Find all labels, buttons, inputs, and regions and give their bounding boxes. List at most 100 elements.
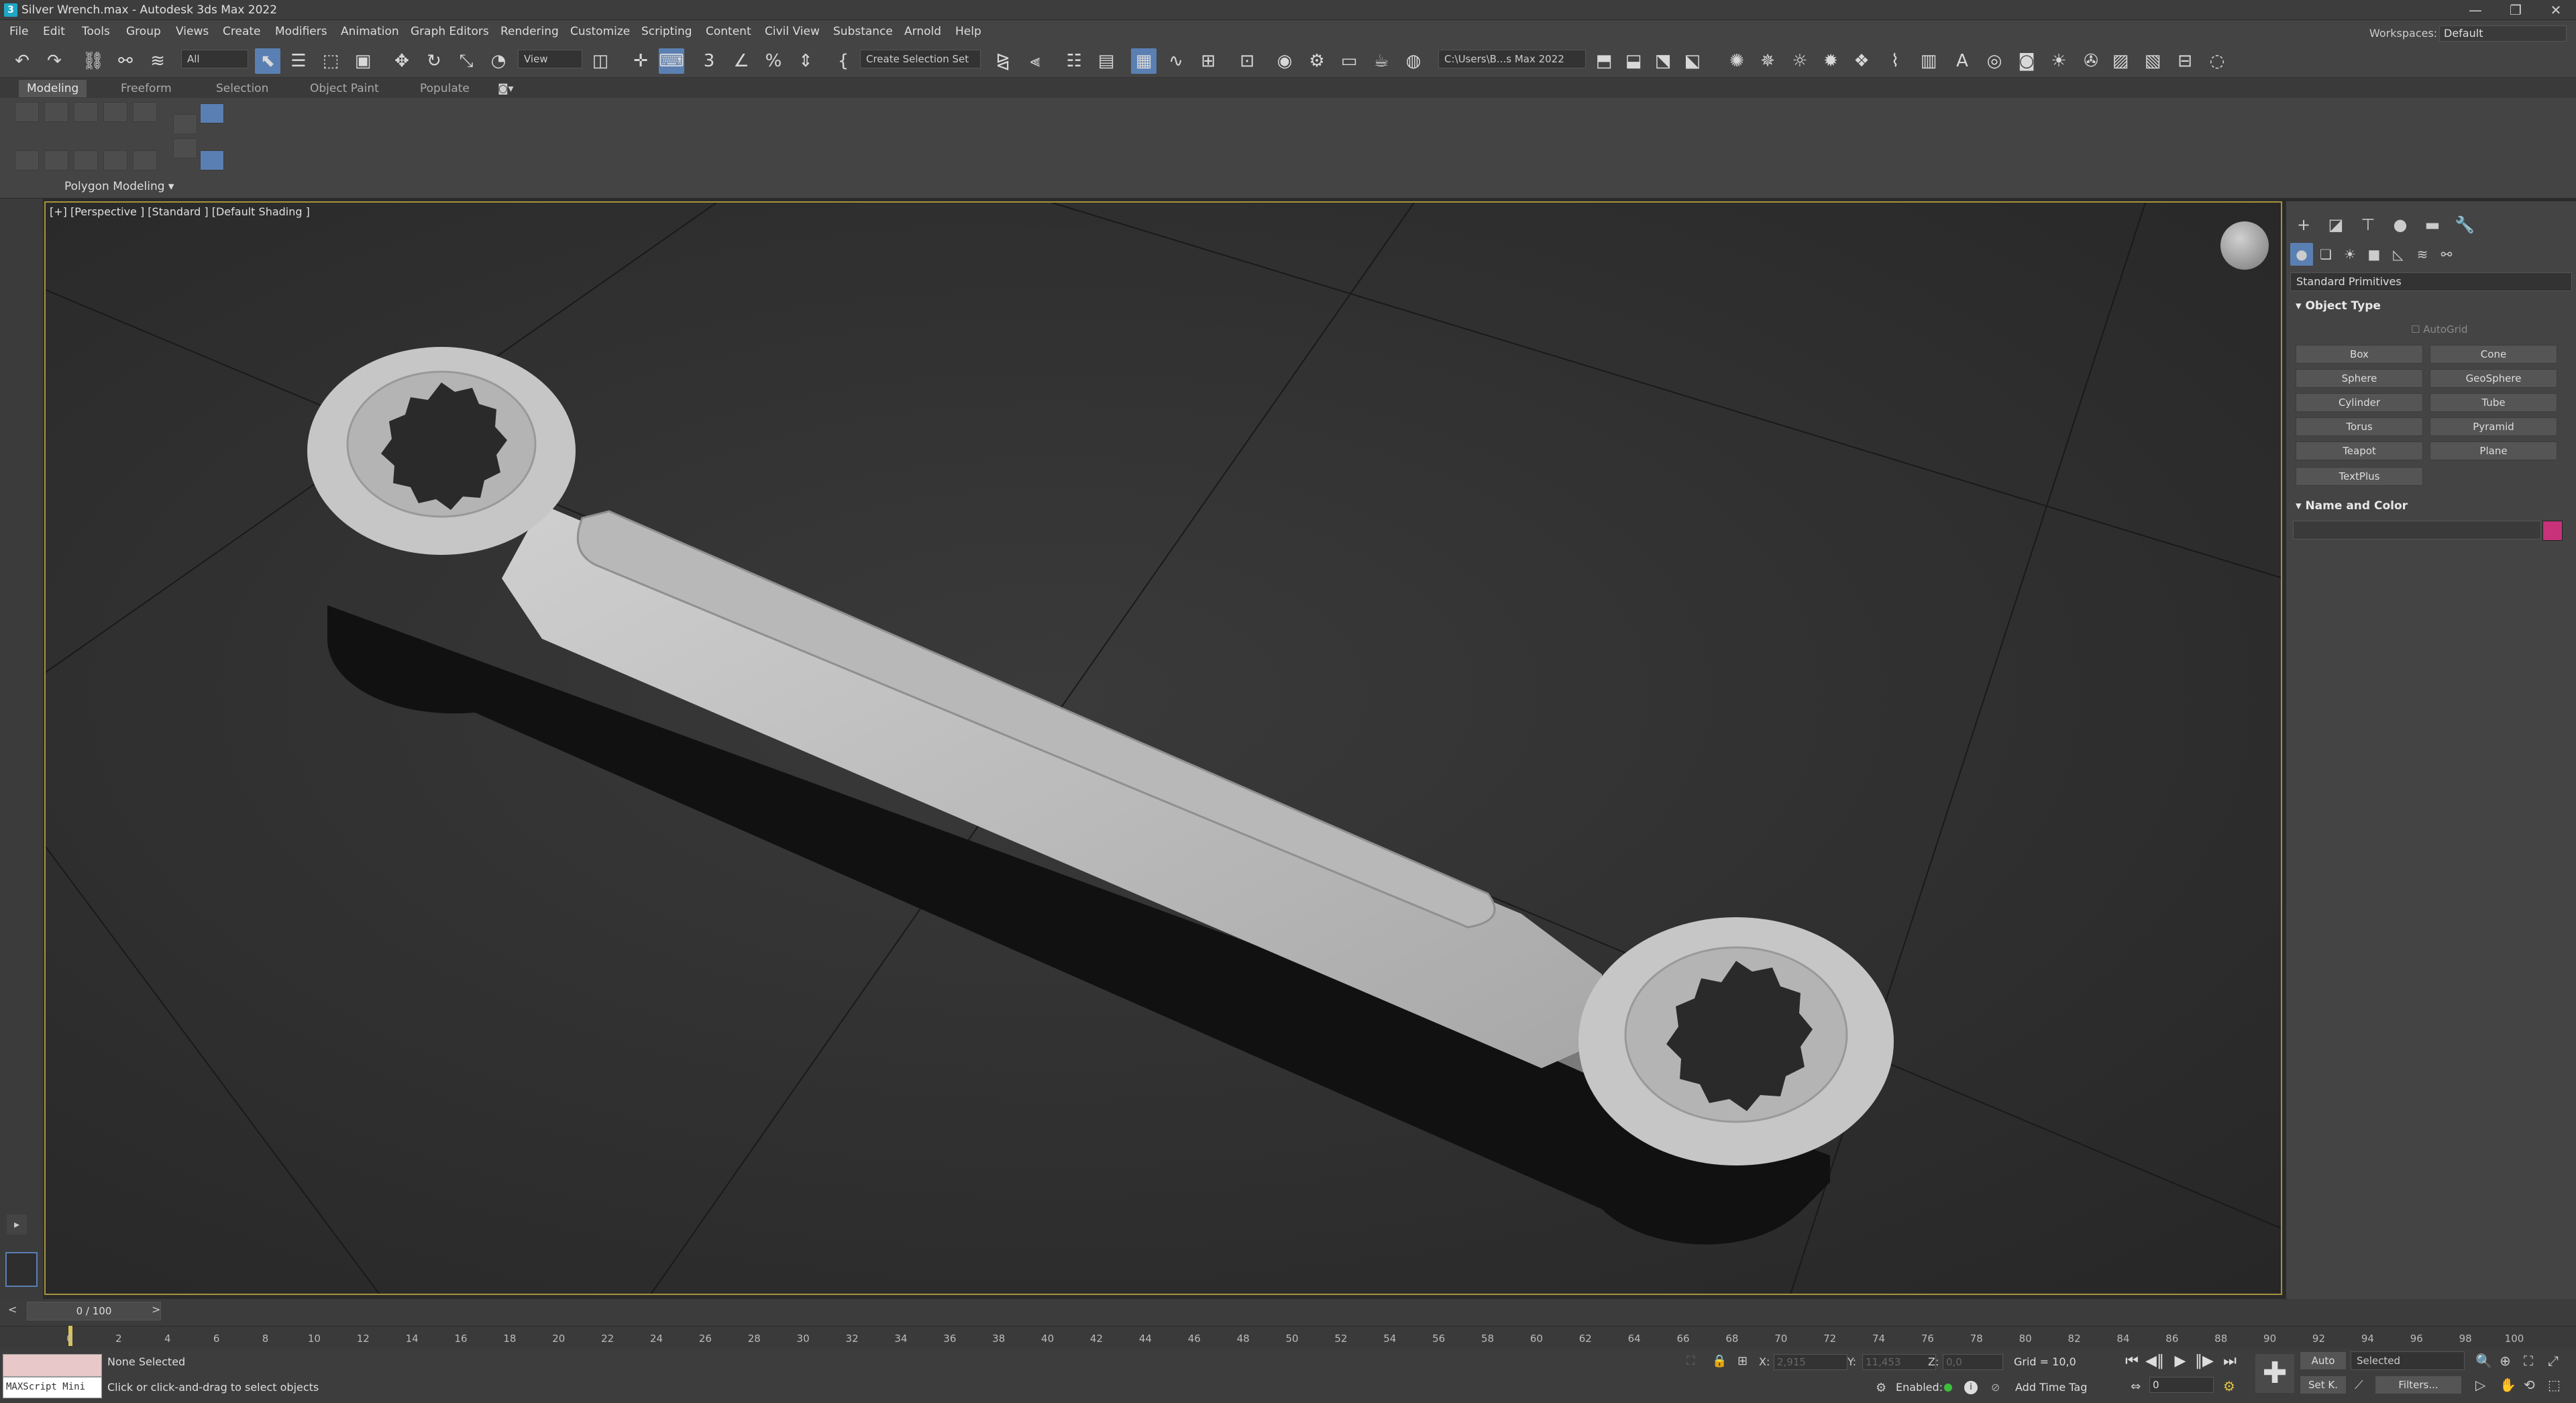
torus-button[interactable]: Torus [2296, 417, 2423, 436]
arnold-8-icon[interactable]: ◙ [2014, 48, 2039, 74]
display-tab-icon[interactable]: ▬ [2419, 213, 2446, 236]
box-button[interactable]: Box [2296, 345, 2423, 364]
menu-customize[interactable]: Customize [570, 25, 630, 38]
adaptive-degradation-icon[interactable]: ⚙ [1876, 1381, 1886, 1395]
ribbon-tool-icon[interactable] [133, 102, 157, 122]
pivot-center-icon[interactable]: ◫ [588, 48, 613, 74]
select-manipulate-icon[interactable]: ✛ [628, 48, 653, 74]
ref-coord-dropdown[interactable]: View [518, 50, 582, 68]
shapes-icon[interactable]: ❏ [2314, 243, 2337, 266]
pan-icon[interactable]: ✋ [2500, 1377, 2516, 1393]
create-tab-icon[interactable]: + [2290, 213, 2317, 236]
zoom-icon[interactable]: 🔍 [2475, 1353, 2492, 1369]
arnold-sky-icon[interactable]: ✹ [1818, 48, 1843, 74]
close-button[interactable]: ✕ [2536, 0, 2576, 20]
bind-spacewarp-icon[interactable]: ≋ [145, 48, 170, 74]
select-object-icon[interactable]: ⬉ [255, 48, 280, 74]
go-to-end-icon[interactable]: ⏭ [2219, 1351, 2241, 1371]
toggle-ribbon-icon[interactable]: ▤ [1093, 48, 1119, 74]
play-icon[interactable]: ▶ [2169, 1351, 2191, 1371]
ribbon-tool-icon[interactable] [173, 114, 197, 134]
key-filters-button[interactable]: Filters... [2375, 1375, 2462, 1394]
zoom-extents-all-icon[interactable]: ⤢ [2548, 1353, 2559, 1369]
menu-civil-view[interactable]: Civil View [765, 25, 820, 38]
spinner-snap-icon[interactable]: ⇕ [793, 48, 818, 74]
arnold-10-icon[interactable]: ✇ [2078, 48, 2104, 74]
spacewarps-icon[interactable]: ≋ [2411, 243, 2434, 266]
object-color-swatch[interactable] [2542, 521, 2563, 541]
ribbon-options-icon[interactable]: ◙▾ [498, 82, 514, 95]
arnold-7-icon[interactable]: ◎ [1982, 48, 2007, 74]
textplus-button[interactable]: TextPlus [2296, 467, 2423, 486]
menu-graph-editors[interactable]: Graph Editors [411, 25, 489, 38]
motion-tab-icon[interactable]: ● [2387, 213, 2414, 236]
scale-icon[interactable]: ⤡ [453, 48, 479, 74]
time-slider[interactable]: 0 / 100 [27, 1302, 161, 1320]
ribbon-tab-freeform[interactable]: Freeform [113, 80, 180, 97]
dope-sheet-icon[interactable]: ⊞ [1195, 48, 1221, 74]
mirror-icon[interactable]: ⧎ [990, 48, 1016, 74]
ribbon-tool-icon[interactable] [133, 150, 157, 170]
render-production-icon[interactable]: ☕ [1368, 48, 1394, 74]
teapot-button[interactable]: Teapot [2296, 441, 2423, 460]
menu-scripting[interactable]: Scripting [641, 25, 692, 38]
sphere-button[interactable]: Sphere [2296, 369, 2423, 388]
auto-key-button[interactable]: Auto [2300, 1351, 2347, 1370]
rect-selection-region-icon[interactable]: ⬚ [318, 48, 343, 74]
maxscript-input-top[interactable] [3, 1354, 102, 1377]
ribbon-tool-icon[interactable] [74, 102, 98, 122]
redo-icon[interactable]: ↷ [42, 48, 67, 74]
menu-help[interactable]: Help [955, 25, 981, 38]
arnold-4-icon[interactable]: ⌇ [1882, 48, 1908, 74]
cone-button[interactable]: Cone [2430, 345, 2557, 364]
keyboard-shortcut-override-icon[interactable]: ⌨ [659, 48, 684, 74]
object-name-input[interactable] [2293, 521, 2541, 539]
toolbar-extra-2-icon[interactable]: ⬓ [1621, 48, 1646, 74]
menu-edit[interactable]: Edit [43, 25, 65, 38]
ribbon-tool-icon[interactable] [74, 150, 98, 170]
info-icon[interactable]: i [1964, 1381, 1978, 1394]
ribbon-tool-icon[interactable] [15, 150, 39, 170]
toolbar-extra-1-icon[interactable]: ⬒ [1591, 48, 1617, 74]
autogrid-checkbox[interactable]: ☐ AutoGrid [2411, 323, 2468, 335]
place-icon[interactable]: ◔ [486, 48, 511, 74]
toolbar-extra-4-icon[interactable]: ⬕ [1680, 48, 1705, 74]
menu-group[interactable]: Group [126, 25, 161, 38]
key-mode-icon[interactable]: ⇔ [2131, 1380, 2141, 1394]
ribbon-tool-icon[interactable] [44, 150, 68, 170]
menu-content[interactable]: Content [706, 25, 751, 38]
next-frame-icon[interactable]: ‖▶ [2194, 1351, 2215, 1371]
arnold-1-icon[interactable]: ✺ [1724, 48, 1750, 74]
cameras-icon[interactable]: ■ [2363, 243, 2385, 266]
link-icon[interactable]: ⛓ [80, 48, 106, 74]
hierarchy-tab-icon[interactable]: ⊤ [2355, 213, 2381, 236]
workspaces-dropdown[interactable]: Default [2439, 25, 2567, 42]
viewcube-icon[interactable] [2220, 221, 2269, 270]
window-crossing-icon[interactable]: ▣ [350, 48, 376, 74]
menu-rendering[interactable]: Rendering [500, 25, 559, 38]
toolbar-extra-8-icon[interactable]: ◌ [2204, 48, 2230, 74]
align-icon[interactable]: ⫷ [1022, 48, 1048, 74]
set-key-button[interactable]: Set K. [2300, 1375, 2347, 1394]
time-configuration-icon[interactable]: ⚙ [2223, 1378, 2235, 1394]
ribbon-tool-icon[interactable] [15, 102, 39, 122]
zoom-extents-icon[interactable]: ⛶ [2524, 1353, 2533, 1369]
field-of-view-icon[interactable]: ▷ [2475, 1377, 2485, 1393]
maximize-viewport-icon[interactable]: ⬚ [2548, 1377, 2561, 1393]
plane-button[interactable]: Plane [2430, 441, 2557, 460]
menu-arnold[interactable]: Arnold [904, 25, 941, 38]
percent-snap-icon[interactable]: % [761, 48, 786, 74]
prev-frame-button[interactable]: < [8, 1303, 17, 1316]
schematic-view-icon[interactable]: ⊡ [1234, 48, 1260, 74]
menu-views[interactable]: Views [176, 25, 209, 38]
angle-snap-icon[interactable]: ∠ [729, 48, 754, 74]
viewport-layout-thumbnail[interactable] [5, 1252, 38, 1287]
name-and-color-rollout-title[interactable]: ▾ Name and Color [2296, 499, 2408, 513]
selection-filter-dropdown[interactable]: All [181, 50, 248, 68]
set-key-big-icon[interactable]: ✚ [2255, 1354, 2294, 1393]
toolbar-extra-5-icon[interactable]: ▨ [2108, 48, 2133, 74]
add-time-tag[interactable]: Add Time Tag [2015, 1381, 2087, 1394]
z-coord-field[interactable]: 0,0 [1943, 1354, 2003, 1370]
go-to-start-icon[interactable]: ⏮ [2121, 1351, 2143, 1371]
polygon-modeling-panel-label[interactable]: Polygon Modeling ▾ [64, 180, 174, 193]
